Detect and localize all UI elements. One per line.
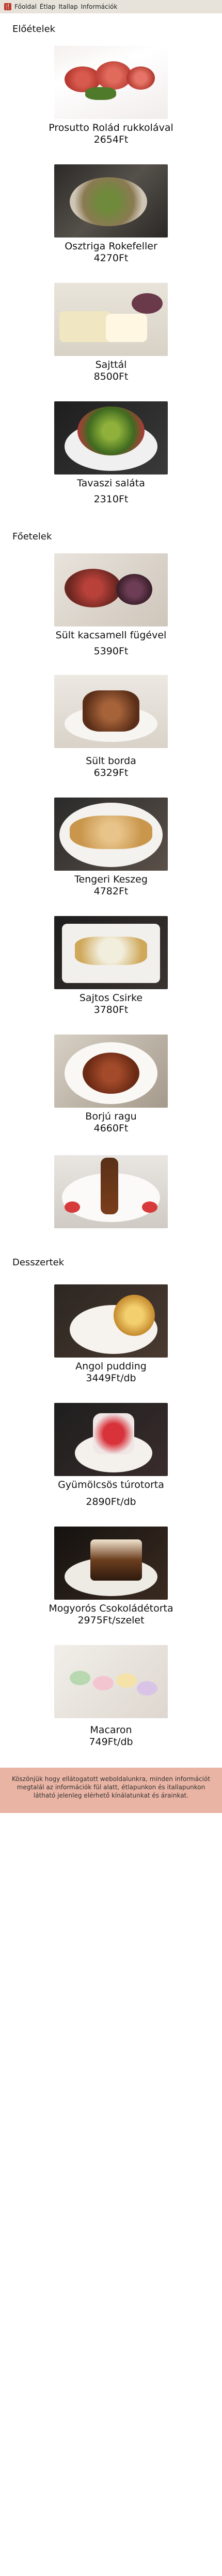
menu-item: Sült kacsamell fügével 5390Ft: [0, 553, 222, 657]
hazelnut-chocolate-cake-photo: [54, 1527, 168, 1600]
fruit-cheesecake-photo: [54, 1403, 168, 1476]
menu-item-name: Osztriga Rokefeller: [65, 241, 157, 252]
veal-ragout-photo: [54, 1035, 168, 1108]
kebab-photo: [54, 1155, 168, 1228]
nav-link-menu[interactable]: Étlap: [40, 3, 56, 10]
menu-item-name: Angol pudding: [75, 1361, 147, 1372]
menu-item: [0, 1155, 222, 1231]
menu-item-name: Mogyorós Csokoládétorta: [49, 1603, 173, 1614]
menu-item-price: 749Ft/db: [89, 1736, 133, 1748]
sea-bream-photo: [54, 798, 168, 871]
menu-item: Gyümölcsös túrotorta 2890Ft/db: [0, 1403, 222, 1508]
menu-item: Macaron 749Ft/db: [0, 1645, 222, 1748]
menu-item: Tavaszi saláta 2310Ft: [0, 401, 222, 505]
menu-item: Borjú ragu 4660Ft: [0, 1035, 222, 1134]
nav-link-drinks[interactable]: Itallap: [58, 3, 77, 10]
pudding-photo: [54, 1284, 168, 1358]
menu-item-price: 3780Ft: [93, 1004, 129, 1015]
menu-item-name: Gyümölcsös túrotorta: [58, 1479, 164, 1490]
oyster-rockefeller-photo: [54, 164, 168, 238]
menu-item-name: Tengeri Keszeg: [74, 874, 148, 885]
menu-item: Angol pudding 3449Ft/db: [0, 1284, 222, 1384]
section-title-appetizers: Előételek: [12, 24, 56, 35]
menu-item-price: 2654Ft: [93, 134, 129, 145]
menu-item-name: Sült kacsamell fügével: [55, 630, 167, 641]
menu-item-name: Borjú ragu: [85, 1111, 137, 1122]
menu-item: Tengeri Keszeg 4782Ft: [0, 798, 222, 897]
menu-item-price: 2890Ft/db: [86, 1496, 136, 1507]
menu-item-price: 2975Ft/szelet: [77, 1615, 145, 1626]
nav-link-info[interactable]: Információk: [81, 3, 118, 10]
section-title-desserts: Desszertek: [12, 1257, 65, 1268]
menu-item: Sajttál 8500Ft: [0, 283, 222, 383]
menu-item-name: Sajtos Csirke: [79, 992, 143, 1004]
duck-breast-photo: [54, 553, 168, 626]
menu-item-name: Sajttál: [95, 359, 127, 370]
menu-item: Sült borda 6329Ft: [0, 675, 222, 779]
footer-text: Köszönjük hogy ellátogatott weboldalunkr…: [11, 1775, 211, 1799]
prosciutto-roll-photo: [54, 46, 168, 119]
menu-item-price: 3449Ft/db: [86, 1372, 136, 1384]
section-title-main-courses: Főetelek: [12, 531, 52, 542]
menu-item-name: Prosutto Rolád rukkolával: [49, 122, 173, 133]
menu-item-price: 5390Ft: [93, 646, 129, 657]
cheese-platter-photo: [54, 283, 168, 356]
roast-rib-photo: [54, 675, 168, 748]
menu-item-price: 4660Ft: [93, 1123, 129, 1134]
menu-item-price: 2310Ft: [93, 494, 129, 505]
menu-item-name: Macaron: [90, 1724, 132, 1736]
menu-item-price: 4270Ft: [93, 252, 129, 264]
menu-item-price: 4782Ft: [93, 886, 129, 897]
menu-item: Osztriga Rokefeller 4270Ft: [0, 164, 222, 264]
page-footer: Köszönjük hogy ellátogatott weboldalunkr…: [0, 1768, 222, 1813]
cheese-chicken-photo: [54, 916, 168, 989]
top-navbar: 🍴 Főoldal Étlap Itallap Információk: [0, 0, 222, 13]
menu-item-price: 8500Ft: [93, 371, 129, 382]
restaurant-logo-icon[interactable]: 🍴: [4, 3, 11, 10]
menu-item: Mogyorós Csokoládétorta 2975Ft/szelet: [0, 1527, 222, 1626]
menu-item: Prosutto Rolád rukkolával 2654Ft: [0, 46, 222, 146]
menu-item-name: Sült borda: [86, 755, 136, 767]
menu-item-price: 6329Ft: [93, 767, 129, 778]
nav-link-home[interactable]: Főoldal: [14, 3, 37, 10]
menu-item: Sajtos Csirke 3780Ft: [0, 916, 222, 1016]
spring-salad-photo: [54, 401, 168, 474]
menu-item-name: Tavaszi saláta: [77, 478, 145, 489]
macaron-photo: [54, 1645, 168, 1718]
